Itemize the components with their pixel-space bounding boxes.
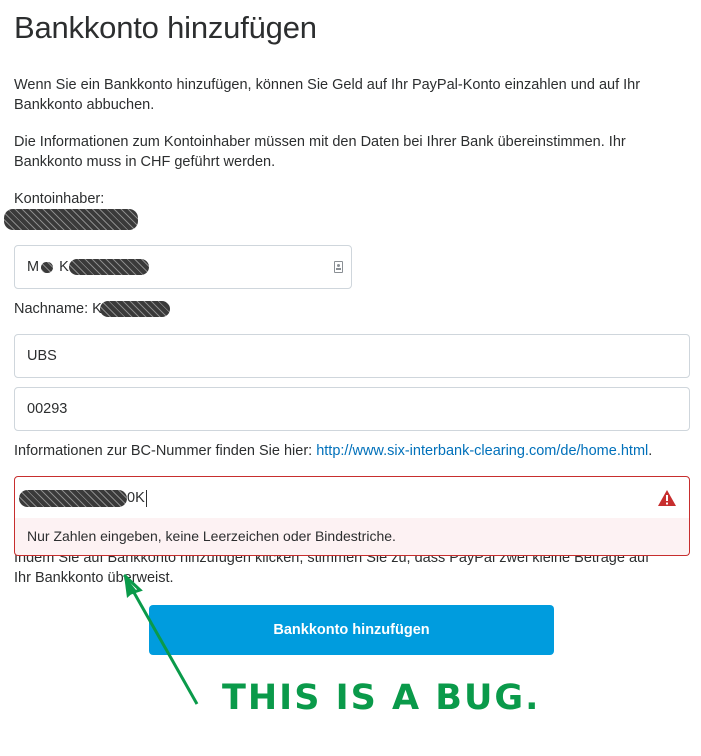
bug-annotation: THIS IS A BUG. (222, 678, 541, 718)
annotation-arrow (122, 573, 199, 705)
